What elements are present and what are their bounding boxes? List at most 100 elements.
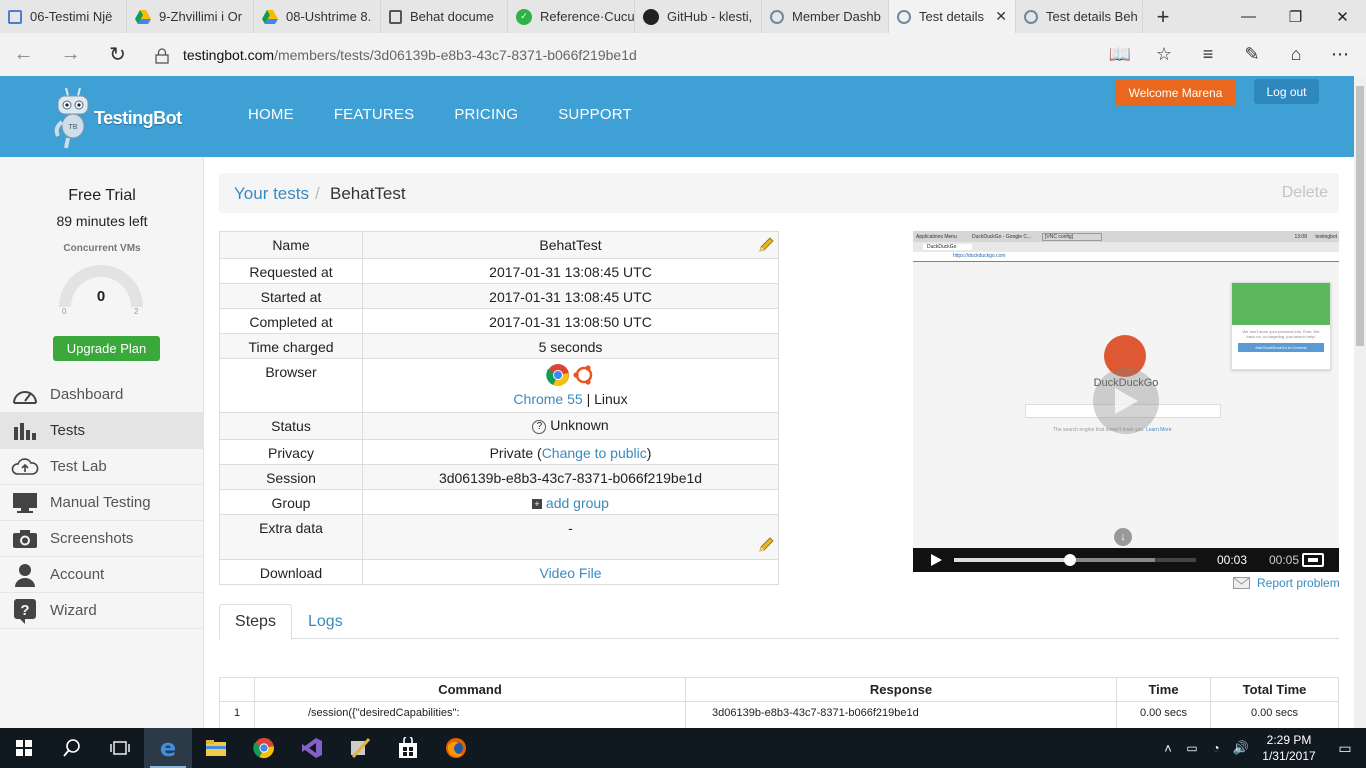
user-icon <box>0 557 50 593</box>
tab-logs[interactable]: Logs <box>308 604 343 639</box>
fullscreen-icon[interactable] <box>1302 553 1324 567</box>
scrollbar-thumb[interactable] <box>1356 86 1364 346</box>
more-icon[interactable]: ⋯ <box>1318 33 1362 76</box>
nav-home[interactable]: HOME <box>248 106 294 123</box>
breadcrumb: Your tests / BehatTest Delete <box>219 173 1339 213</box>
browser-tab[interactable]: GitHub - klesti, <box>635 0 762 33</box>
taskbar-store[interactable] <box>384 728 432 768</box>
sidebar-item-manual-testing[interactable]: Manual Testing <box>0 485 203 521</box>
reading-view-icon[interactable]: 📖 <box>1098 33 1142 76</box>
hub-icon[interactable]: ≡ <box>1186 33 1230 76</box>
breadcrumb-separator: / <box>315 184 320 203</box>
forward-button[interactable]: → <box>47 33 94 76</box>
test-name: BehatTest <box>539 237 602 253</box>
nav-features[interactable]: FEATURES <box>334 106 415 123</box>
logo[interactable]: TB TestingBot <box>52 86 182 150</box>
browser-tab[interactable]: Member Dashb <box>762 0 889 33</box>
delete-button[interactable]: Delete <box>1282 184 1328 202</box>
progress-track[interactable] <box>954 554 1196 566</box>
close-window-button[interactable]: ✕ <box>1319 0 1366 33</box>
folder-icon <box>206 740 226 756</box>
camera-icon <box>0 521 50 557</box>
wifi-icon[interactable]: ◔ <box>1204 741 1228 755</box>
maximize-button[interactable]: ❐ <box>1272 0 1319 33</box>
back-button[interactable]: ← <box>0 33 47 76</box>
page-scrollbar[interactable] <box>1354 76 1366 728</box>
sidebar-item-account[interactable]: Account <box>0 557 203 593</box>
new-tab-button[interactable]: + <box>1143 0 1183 33</box>
taskbar-visual-studio[interactable] <box>288 728 336 768</box>
edit-pencil-icon[interactable] <box>758 237 774 256</box>
play-overlay-button[interactable] <box>1093 368 1159 434</box>
book-icon <box>389 9 402 24</box>
privacy-label: Privacy <box>219 439 363 465</box>
url-path: /members/tests/3d06139b-e8b3-43c7-8371-b… <box>274 46 637 63</box>
progress-knob[interactable] <box>1064 554 1077 566</box>
concurrent-vms-label: Concurrent VMs <box>63 243 141 254</box>
completed-label: Completed at <box>219 308 363 334</box>
notifications-icon[interactable]: ▭ <box>1324 740 1366 757</box>
table-row: Group + add group <box>219 489 779 515</box>
favorite-star-icon[interactable]: ☆ <box>1142 33 1186 76</box>
welcome-button[interactable]: Welcome Marena <box>1115 80 1236 106</box>
play-icon <box>1115 388 1138 414</box>
sidebar-item-wizard[interactable]: ? Wizard <box>0 593 203 629</box>
table-row: Extra data - <box>219 514 779 560</box>
breadcrumb-your-tests[interactable]: Your tests <box>234 184 309 204</box>
taskbar-chrome[interactable] <box>240 728 288 768</box>
play-control-icon[interactable] <box>930 554 942 566</box>
share-icon[interactable]: ⌂ <box>1274 33 1318 76</box>
report-problem-link[interactable]: Report problem <box>1233 576 1340 590</box>
monitor-icon <box>0 485 50 521</box>
upgrade-plan-button[interactable]: Upgrade Plan <box>53 336 160 361</box>
taskbar-tools[interactable] <box>336 728 384 768</box>
taskbar-edge[interactable]: e <box>144 728 192 768</box>
video-player[interactable]: Applications Menu DuckDuckGo - Google C.… <box>913 231 1339 572</box>
browser-tab[interactable]: Behat docume <box>381 0 508 33</box>
chevron-up-icon[interactable]: ˄ <box>1156 741 1180 756</box>
sidebar-menu: Dashboard Tests Test Lab Manual Testing … <box>0 377 203 629</box>
logout-button[interactable]: Log out <box>1254 79 1319 104</box>
browser-tab[interactable]: 9-Zhvillimi i Or <box>127 0 254 33</box>
refresh-button[interactable]: ↻ <box>94 33 141 76</box>
change-to-public-link[interactable]: Change to public <box>542 445 647 461</box>
web-note-icon[interactable]: ✎ <box>1230 33 1274 76</box>
nav-pricing[interactable]: PRICING <box>454 106 518 123</box>
taskbar-firefox[interactable] <box>432 728 480 768</box>
speedometer-icon <box>0 377 50 413</box>
browser-tab[interactable]: Test details Beh <box>1016 0 1143 33</box>
browser-tab[interactable]: 08-Ushtrime 8. <box>254 0 381 33</box>
sidebar-item-dashboard[interactable]: Dashboard <box>0 377 203 413</box>
search-button[interactable] <box>48 728 96 768</box>
tools-icon <box>351 738 371 758</box>
taskbar-file-explorer[interactable] <box>192 728 240 768</box>
address-bar: ← → ↻ testingbot.com/members/tests/3d061… <box>0 33 1366 76</box>
browser-tab[interactable]: ✓ Reference·Cucu <box>508 0 635 33</box>
task-view-button[interactable] <box>96 728 144 768</box>
steps-logs-tabs: Steps Logs <box>219 604 1339 640</box>
browser-name-link[interactable]: Chrome 55 <box>513 391 582 407</box>
browser-label: Browser <box>219 358 363 413</box>
sidebar-item-tests[interactable]: Tests <box>0 413 203 449</box>
video-file-link[interactable]: Video File <box>539 565 601 581</box>
clock[interactable]: 2:29 PM 1/31/2017 <box>1254 732 1324 764</box>
close-tab-icon[interactable]: ✕ <box>995 8 1007 25</box>
browser-tab-active[interactable]: Test details ✕ <box>889 0 1016 33</box>
step-command: /session({"desiredCapabilities": <box>254 701 686 729</box>
sidebar-item-test-lab[interactable]: Test Lab <box>0 449 203 485</box>
nav-support[interactable]: SUPPORT <box>558 106 632 123</box>
tab-steps[interactable]: Steps <box>219 604 292 640</box>
command-header: Command <box>254 677 686 702</box>
battery-icon[interactable]: ▭ <box>1180 741 1204 755</box>
sidebar-item-screenshots[interactable]: Screenshots <box>0 521 203 557</box>
edit-pencil-icon[interactable] <box>758 537 774 556</box>
browser-tab[interactable]: 06-Testimi Një <box>0 0 127 33</box>
firefox-icon <box>446 738 466 758</box>
url-field[interactable]: testingbot.com/members/tests/3d06139b-e8… <box>149 33 1098 76</box>
search-icon <box>63 739 80 757</box>
minimize-button[interactable]: — <box>1225 0 1272 33</box>
start-button[interactable] <box>0 728 48 768</box>
download-circle-icon[interactable]: ↓ <box>1114 528 1132 546</box>
volume-icon[interactable]: 🔊 <box>1228 740 1254 756</box>
add-group-link[interactable]: add group <box>546 495 609 511</box>
